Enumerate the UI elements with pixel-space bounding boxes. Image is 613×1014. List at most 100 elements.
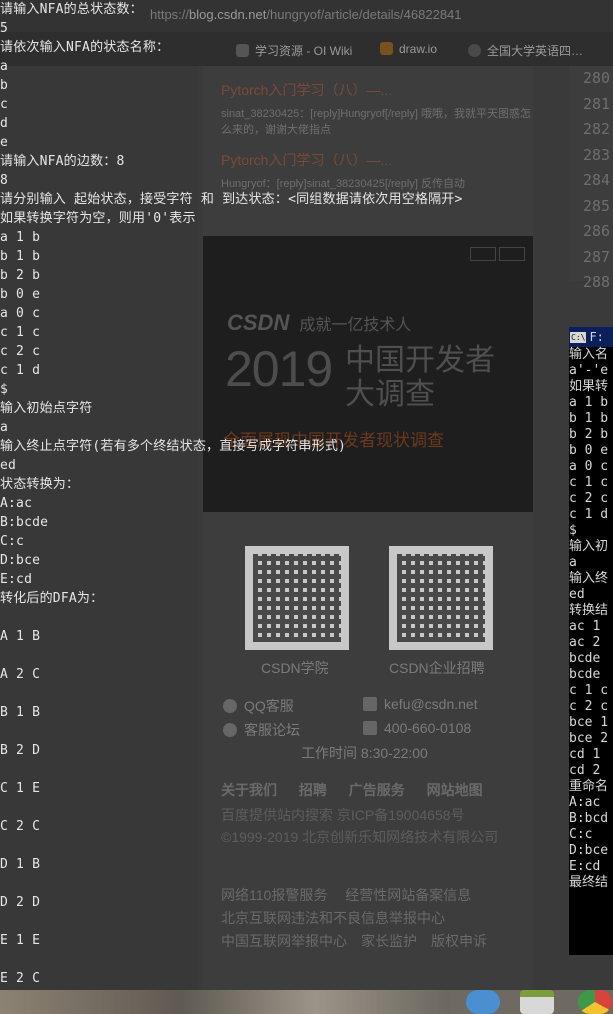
line-number: 283 [583,145,611,164]
console-line: bce 1 [569,715,609,730]
console-line: B:bcde [0,515,49,530]
console-line: c 2 c [569,491,609,506]
console-line: ed [0,458,17,473]
line-number: 286 [583,222,611,240]
console-line: a 0 c [569,459,609,474]
console-line: B:bcd [569,811,609,826]
console-line: E 2 C [0,971,41,986]
line-number: 287 [583,247,611,266]
console-line: D:bce [569,843,609,858]
line-number: 288 [583,273,611,291]
console-line: 输入初始点字符 [0,401,93,416]
console-line: bce 2 [569,731,609,746]
console-line: 5 [0,21,9,36]
console-line: d [0,116,9,131]
console-line: c 1 d [569,507,609,522]
console-line: 重命名 [569,779,609,794]
line-number: 280 [583,69,611,87]
console-line: 如果转 [569,379,609,394]
cmd-icon: C:\ [570,332,587,343]
console-line: D 2 D [0,895,41,910]
console-line: B 1 B [0,705,41,720]
console-line: 请分别输入 起始状态，接受字符 和 到达状态：<同组数据请依次用空格隔开> [0,192,463,207]
console-line: e [0,135,9,150]
console-line: a'-'e [569,363,609,378]
console-line: c 1 c [0,325,41,340]
chrome-app-icon[interactable] [578,990,612,1014]
line-number: 281 [583,94,611,113]
console-line: D:bce [0,553,41,568]
console-line: c 1 c [569,475,609,490]
desktop-wallpaper [0,990,450,1014]
console-line: b 1 b [569,411,609,426]
wps-app-icon[interactable] [466,990,500,1014]
console-line: E:cd [0,572,33,587]
console-line: 最终结 [569,875,609,890]
console-line: c 2 c [0,344,41,359]
console-line: D 1 B [0,857,41,872]
console-line: a [0,59,9,74]
console-line: cd 1 [569,747,609,762]
second-terminal-window: C:\ F: 输入名 a'-'e 如果转 a 1 bb 1 bb 2 bb 0 ea 0… [569,327,613,955]
console-line: 请输入NFA的边数：8 [0,154,125,169]
console-line: 如果转换字符为空，则用'0'表示 [0,211,196,226]
line-number: 284 [583,171,611,189]
console-line: A:ac [0,496,33,511]
console-line: a [0,420,9,435]
console-line: 请输入NFA的总状态数： [0,2,143,17]
line-number: 285 [583,196,611,215]
console-line: bcde [569,667,609,682]
console-line: a 1 b [0,230,41,245]
console-line: 请依次输入NFA的状态名称： [0,40,170,55]
line-number: 282 [583,120,611,138]
console-line: c [0,97,9,112]
console-line: 转化后的DFA为： [0,591,104,606]
console-line: a 0 c [0,306,41,321]
console-line: 输入名 [569,347,609,362]
console-line: 状态转换为： [0,477,80,492]
console-line: a [569,555,577,570]
console-line: C 2 C [0,819,41,834]
console-line: c 1 d [0,363,41,378]
console-line: 输入终止点字符(若有多个终结状态，直接写成字符串形式) [0,439,347,454]
console-line: b 1 b [0,249,41,264]
console-line: ed [569,587,585,602]
console-line: b 2 b [569,427,609,442]
notepad-app-icon[interactable] [520,990,554,1014]
console-line: A 2 C [0,667,41,682]
console-line: C 1 E [0,781,41,796]
console-line: C:c [0,534,25,549]
console-line: 8 [0,173,9,188]
taskbar [0,990,613,1014]
console-line: b 2 b [0,268,41,283]
console-line: A 1 B [0,629,41,644]
console-line: b 0 e [0,287,41,302]
terminal-title-bar[interactable]: C:\ F: [569,327,613,347]
terminal-title: F: [589,330,604,344]
console-line: a 1 b [569,395,609,410]
console-line: $ [569,523,577,538]
console-line: 转换结 [569,603,609,618]
console-line: cd 2 [569,763,609,778]
console-line: b [0,78,9,93]
console-line: ac 1 [569,619,609,634]
console-line: b 0 e [569,443,609,458]
console-line: E 1 E [0,933,41,948]
console-line: 输入初 [569,539,609,554]
console-line: 输入终 [569,571,609,586]
console-line: ac 2 [569,635,609,650]
terminal-output: 输入名 a'-'e 如果转 a 1 bb 1 bb 2 bb 0 ea 0 cc 1 … [569,347,613,891]
terminal-output: 请输入NFA的总状态数： 5 请依次输入NFA的状态名称： a b c d e 请输入NFA的边… [0,0,560,988]
console-line: c 2 c [569,699,609,714]
console-line: $ [0,382,9,397]
